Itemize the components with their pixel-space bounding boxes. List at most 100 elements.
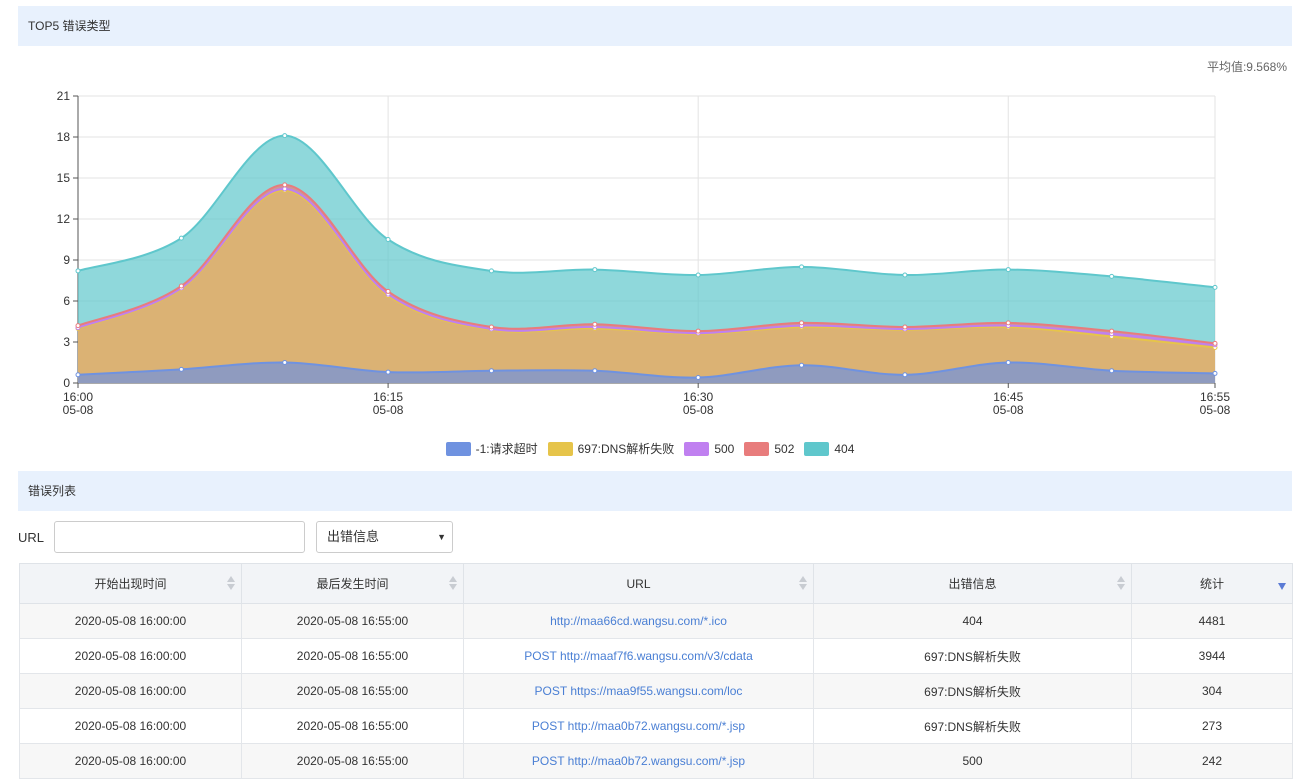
data-point — [695, 272, 701, 278]
legend-label: 500 — [714, 441, 735, 456]
cell-text: 2020-05-08 16:00:00 — [74, 719, 187, 733]
data-point — [592, 267, 598, 273]
url-cell[interactable]: http://maa66cd.wangsu.com/*.ico — [463, 603, 814, 639]
x-tick-label-date: 05-08 — [63, 403, 94, 417]
first-seen-cell: 2020-05-08 16:00:00 — [19, 708, 242, 744]
legend-item[interactable]: 500 — [684, 440, 734, 457]
last-seen-cell: 2020-05-08 16:55:00 — [241, 603, 464, 639]
data-point — [592, 368, 598, 374]
legend-item[interactable]: 502 — [744, 440, 794, 457]
legend-item[interactable]: -1:请求超时 — [445, 440, 538, 457]
col-header-last-seen[interactable]: 最后发生时间 — [241, 563, 464, 604]
cell-text: 304 — [1201, 684, 1223, 698]
url-cell[interactable]: POST http://maaf7f6.wangsu.com/v3/cdata — [463, 638, 814, 674]
col-header-label: 出错信息 — [948, 577, 997, 591]
sort-icon[interactable] — [449, 576, 457, 592]
url-filter-input[interactable] — [54, 521, 306, 553]
cell-text: 697:DNS解析失败 — [924, 684, 1021, 699]
x-tick-label-date: 05-08 — [1200, 403, 1231, 417]
sort-desc-active-icon[interactable] — [1278, 583, 1286, 590]
x-tick-label-time: 16:45 — [993, 390, 1023, 404]
col-header-label: URL — [626, 576, 651, 591]
cell-text: 697:DNS解析失败 — [924, 719, 1021, 734]
table-row: 2020-05-08 16:00:00 2020-05-08 16:55:00 PO… — [19, 638, 1293, 674]
y-tick-label: 15 — [57, 171, 71, 185]
data-point — [1005, 360, 1011, 365]
col-header-label: 开始出现时间 — [94, 577, 167, 591]
legend-swatch — [744, 441, 770, 456]
table-row: 2020-05-08 16:00:00 2020-05-08 16:55:00 PO… — [19, 743, 1293, 779]
url-link[interactable]: POST http://maaf7f6.wangsu.com/v3/cdata — [524, 649, 753, 663]
error-info-cell: 500 — [813, 743, 1132, 779]
data-point — [385, 237, 391, 242]
url-cell[interactable]: POST http://maa0b72.wangsu.com/*.jsp — [463, 743, 814, 779]
top5-errors-header: TOP5 错误类型 — [18, 6, 1292, 46]
sort-icon[interactable] — [799, 576, 807, 592]
legend-item[interactable]: 404 — [804, 440, 854, 457]
y-tick-label: 9 — [63, 253, 70, 267]
data-point — [592, 321, 598, 327]
cell-text: 2020-05-08 16:55:00 — [296, 614, 409, 628]
x-tick-label-time: 16:30 — [683, 390, 713, 404]
count-cell: 4481 — [1131, 603, 1293, 639]
error-info-cell: 697:DNS解析失败 — [813, 708, 1132, 744]
col-header-error-info[interactable]: 出错信息 — [813, 563, 1132, 604]
legend-swatch — [547, 441, 573, 456]
filter-row: URL 出错信息 ▼ — [18, 521, 454, 553]
url-cell[interactable]: POST http://maa0b72.wangsu.com/*.jsp — [463, 708, 814, 744]
legend-label: 404 — [834, 441, 855, 456]
first-seen-cell: 2020-05-08 16:00:00 — [19, 673, 242, 709]
first-seen-cell: 2020-05-08 16:00:00 — [19, 638, 242, 674]
y-tick-label: 18 — [57, 130, 71, 144]
url-link[interactable]: POST https://maa9f55.wangsu.com/loc — [535, 684, 743, 698]
last-seen-cell: 2020-05-08 16:55:00 — [241, 638, 464, 674]
data-point — [695, 328, 701, 334]
select-caret-icon: ▼ — [437, 532, 447, 542]
sort-icon[interactable] — [1117, 576, 1125, 592]
last-seen-cell: 2020-05-08 16:55:00 — [241, 673, 464, 709]
data-point — [75, 323, 81, 329]
count-cell: 304 — [1131, 673, 1293, 709]
top5-errors-title: TOP5 错误类型 — [28, 19, 111, 33]
url-link[interactable]: POST http://maa0b72.wangsu.com/*.jsp — [532, 719, 745, 733]
url-cell[interactable]: POST https://maa9f55.wangsu.com/loc — [463, 673, 814, 709]
legend-label: -1:请求超时 — [475, 442, 538, 456]
x-tick-label-time: 16:15 — [373, 390, 403, 404]
data-point — [282, 133, 288, 139]
legend-label: 697:DNS解析失败 — [577, 442, 675, 456]
data-point — [178, 366, 184, 372]
data-point — [799, 264, 805, 270]
url-link[interactable]: POST http://maa0b72.wangsu.com/*.jsp — [532, 754, 745, 768]
col-header-first-seen[interactable]: 开始出现时间 — [19, 563, 242, 604]
data-point — [282, 182, 288, 188]
legend-label: 502 — [774, 441, 795, 456]
legend-swatch — [445, 441, 471, 456]
url-link[interactable]: http://maa66cd.wangsu.com/*.ico — [550, 614, 727, 628]
col-header-url[interactable]: URL — [463, 563, 814, 604]
x-tick-label-time: 16:55 — [1200, 390, 1230, 404]
data-point — [282, 186, 288, 192]
data-point — [75, 268, 81, 274]
cell-text: 697:DNS解析失败 — [924, 649, 1021, 664]
count-cell: 242 — [1131, 743, 1293, 779]
data-point — [1005, 320, 1011, 326]
first-seen-cell: 2020-05-08 16:00:00 — [19, 743, 242, 779]
legend-swatch — [684, 441, 710, 456]
table-row: 2020-05-08 16:00:00 2020-05-08 16:55:00 PO… — [19, 673, 1293, 709]
data-point — [1212, 370, 1218, 376]
data-point — [488, 324, 494, 330]
legend-item[interactable]: 697:DNS解析失败 — [547, 440, 675, 457]
data-point — [178, 283, 184, 289]
error-info-select[interactable]: 出错信息 ▼ — [316, 521, 454, 553]
cell-text: 2020-05-08 16:55:00 — [296, 754, 409, 768]
data-point — [488, 268, 494, 274]
col-header-count[interactable]: 统计 — [1131, 563, 1293, 604]
sort-icon[interactable] — [227, 576, 235, 592]
y-tick-label: 12 — [57, 212, 71, 226]
data-point — [1212, 284, 1218, 290]
cell-text: 2020-05-08 16:55:00 — [296, 684, 409, 698]
cell-text: 2020-05-08 16:00:00 — [74, 684, 187, 698]
last-seen-cell: 2020-05-08 16:55:00 — [241, 708, 464, 744]
error-info-cell: 697:DNS解析失败 — [813, 673, 1132, 709]
data-point — [1109, 368, 1115, 374]
